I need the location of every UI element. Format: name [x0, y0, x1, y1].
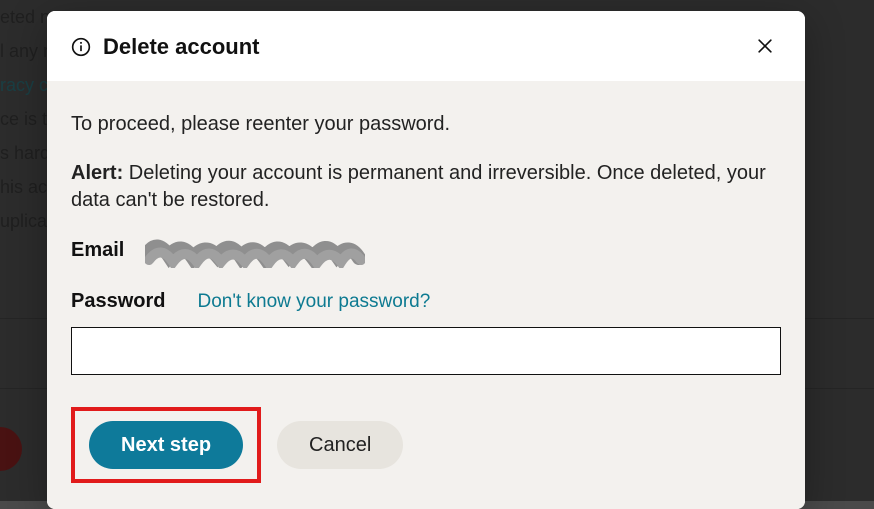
alert-label: Alert: [71, 162, 123, 184]
password-input[interactable] [71, 327, 781, 375]
modal-footer: Next step Cancel [47, 399, 805, 509]
redacted-email [145, 236, 365, 268]
cancel-button[interactable]: Cancel [277, 421, 403, 469]
delete-account-modal: Delete account To proceed, please reente… [47, 11, 805, 509]
modal-title: Delete account [103, 34, 749, 60]
close-icon [755, 36, 775, 59]
alert-text: Alert: Deleting your account is permanen… [71, 160, 781, 214]
modal-body: To proceed, please reenter your password… [47, 81, 805, 399]
close-button[interactable] [749, 31, 781, 63]
alert-body: Deleting your account is permanent and i… [71, 162, 766, 211]
instruction-text: To proceed, please reenter your password… [71, 113, 781, 136]
password-label: Password [71, 290, 165, 313]
email-field-row: Email [71, 236, 781, 268]
forgot-password-link[interactable]: Don't know your password? [197, 291, 430, 313]
next-step-button[interactable]: Next step [89, 421, 243, 469]
email-label: Email [71, 239, 124, 262]
info-icon [71, 37, 91, 57]
instruction-highlight: Next step [71, 407, 261, 483]
modal-header: Delete account [47, 11, 805, 81]
password-field-row: Password Don't know your password? [71, 290, 781, 313]
